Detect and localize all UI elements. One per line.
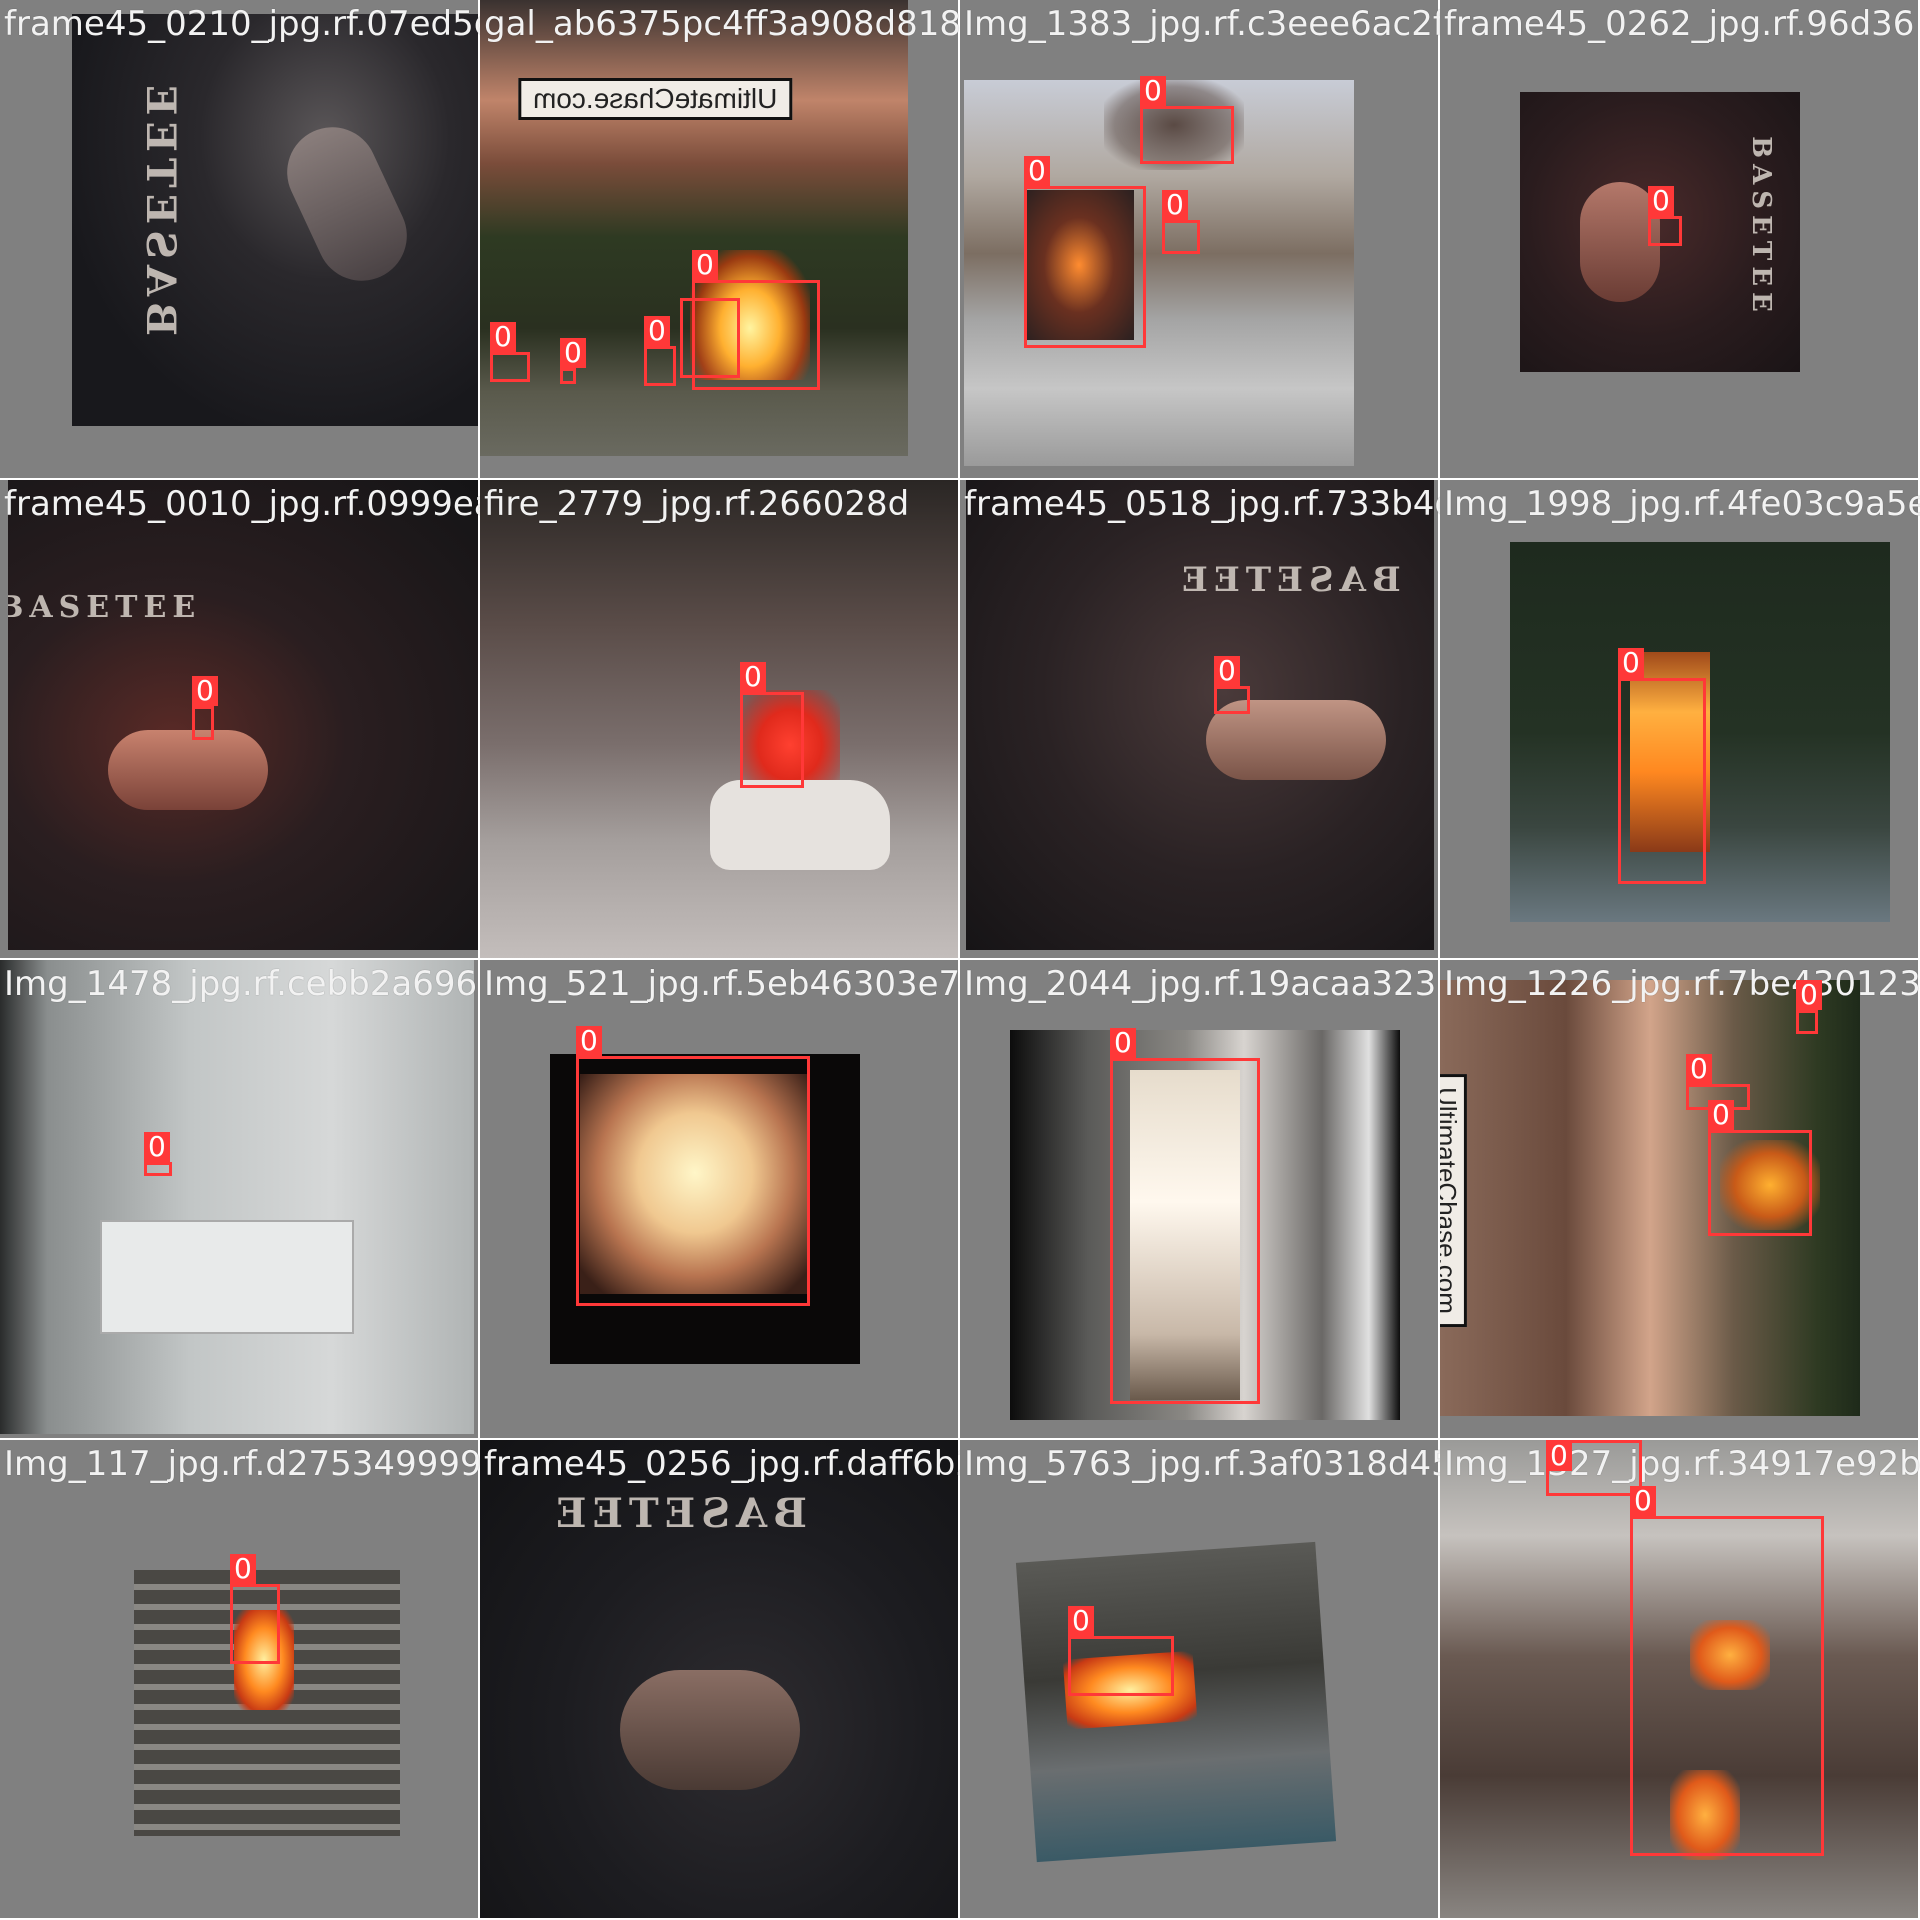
photo [1015, 1541, 1337, 1863]
detection-box: 0 [1708, 1100, 1812, 1236]
detection-class-label: 0 [692, 250, 718, 280]
detection-box: 0 [490, 322, 530, 382]
detection-box: 0 [1110, 1028, 1260, 1404]
detection-box: 0 [1024, 156, 1146, 348]
detection-class-label: 0 [1162, 190, 1188, 220]
detection-mosaic: BASETEE frame45_0210_jpg.rf.07ed5d9c7a18… [0, 0, 1920, 1920]
photo [0, 960, 474, 1434]
image-filename-label: Img_5763_jpg.rf.3af0318d45c [964, 1444, 1440, 1484]
hand-shape [620, 1670, 800, 1790]
image-tile: 0 Img_117_jpg.rf.d2753499996 [0, 1440, 480, 1920]
shirt-print: BASETEE [1745, 136, 1776, 318]
image-tile: 0 Img_2044_jpg.rf.19acaa323 [960, 960, 1440, 1440]
detection-class-label: 0 [1068, 1606, 1094, 1636]
shirt-print: BASETEE [136, 79, 184, 336]
image-filename-label: Img_1998_jpg.rf.4fe03c9a5e [1444, 484, 1920, 524]
photo: BASETEE [480, 1440, 960, 1920]
watermark: UltimateChase.com [518, 78, 793, 120]
image-filename-label: Img_521_jpg.rf.5eb46303e76 [484, 964, 960, 1004]
detection-box: 0 [1796, 980, 1822, 1034]
detection-class-label: 0 [1648, 186, 1674, 216]
detection-class-label: 0 [490, 322, 516, 352]
detection-box: 0 [1630, 1486, 1824, 1856]
detection-box: 0 [644, 316, 676, 386]
detection-box: 0 [1162, 190, 1200, 254]
detection-class-label: 0 [1630, 1486, 1656, 1516]
detection-class-label: 0 [1110, 1028, 1136, 1058]
photo: BASETEE [8, 480, 480, 950]
image-tile: BASETEE frame45_0256_jpg.rf.daff6b2 [480, 1440, 960, 1920]
hand-shape [272, 112, 422, 296]
detection-class-label: 0 [1024, 156, 1050, 186]
image-tile: UltimateChase.com 0 0 0 0 0 gal_ab6375pc… [480, 0, 960, 480]
image-tile: 0 fire_2779_jpg.rf.266028d [480, 480, 960, 960]
detection-class-label: 0 [192, 676, 218, 706]
detection-box: 0 [1068, 1606, 1174, 1696]
detection-box: 0 [1618, 648, 1706, 884]
detection-class-label: 0 [644, 316, 670, 346]
detection-box: 0 [1214, 656, 1250, 714]
detection-class-label: 0 [560, 338, 586, 368]
detection-box: 0 [576, 1026, 810, 1306]
image-filename-label: Img_2044_jpg.rf.19acaa323 [964, 964, 1437, 1004]
shirt-print: BASETEE [8, 590, 202, 625]
hand-shape [108, 730, 268, 810]
detection-box: 0 [1546, 1440, 1642, 1496]
image-tile: 0 Img_1998_jpg.rf.4fe03c9a5e [1440, 480, 1920, 960]
image-tile: BASETEE 0 frame45_0262_jpg.rf.96d36 [1440, 0, 1920, 480]
detection-box: 0 [230, 1554, 280, 1664]
detection-class-label: 0 [230, 1554, 256, 1584]
wall-panel [100, 1220, 354, 1334]
photo [480, 480, 960, 960]
image-tile: BASETEE 0 frame45_0518_jpg.rf.733b4d [960, 480, 1440, 960]
detection-class-label: 0 [1140, 76, 1166, 106]
detection-class-label: 0 [1214, 656, 1240, 686]
detection-box: 0 [192, 676, 218, 740]
image-tile: 0 Img_521_jpg.rf.5eb46303e76 [480, 960, 960, 1440]
detection-box: 0 [560, 338, 586, 384]
detection-box: 0 [1140, 76, 1234, 164]
detection-class-label: 0 [1796, 980, 1822, 1010]
detection-class-label: 0 [1708, 1100, 1734, 1130]
detection-box: 0 [144, 1132, 172, 1176]
detection-class-label: 0 [576, 1026, 602, 1056]
image-tile: BASETEE 0 frame45_0010_jpg.rf.0999ea [0, 480, 480, 960]
shirt-print: BASETEE [1176, 560, 1401, 600]
watermark: UltimateChase.com [1440, 1074, 1467, 1327]
detection-class-label: 0 [740, 662, 766, 692]
photo: BASETEE [72, 14, 480, 426]
image-filename-label: Img_117_jpg.rf.d2753499996 [4, 1444, 480, 1484]
shirt-print: BASETEE [550, 1490, 807, 1537]
image-tile: 0 Img_1478_jpg.rf.cebb2a696 [0, 960, 480, 1440]
image-filename-label: frame45_0262_jpg.rf.96d36 [1444, 4, 1915, 44]
image-filename-label: Img_1383_jpg.rf.c3eee6ac2fb [964, 4, 1440, 44]
detection-box: 0 [1648, 186, 1682, 246]
image-tile: BASETEE frame45_0210_jpg.rf.07ed5d9c7a18… [0, 0, 480, 480]
detection-class-label: 0 [1686, 1054, 1712, 1084]
car-shape [710, 780, 890, 870]
image-tile: 0 0 0 Img_1383_jpg.rf.c3eee6ac2fb [960, 0, 1440, 480]
detection-class-label: 0 [144, 1132, 170, 1162]
detection-box: 0 [740, 662, 804, 788]
detection-class-label: 0 [1546, 1441, 1572, 1471]
image-tile: 0 0 Img_1327_jpg.rf.34917e92b [1440, 1440, 1920, 1920]
image-tile: 0 Img_5763_jpg.rf.3af0318d45c [960, 1440, 1440, 1920]
image-tile: UltimateChase.com 0 0 0 Img_1226_jpg.rf.… [1440, 960, 1920, 1440]
detection-box: 0 [680, 298, 740, 378]
photo: BASETEE [966, 480, 1434, 950]
detection-class-label: 0 [1618, 648, 1644, 678]
